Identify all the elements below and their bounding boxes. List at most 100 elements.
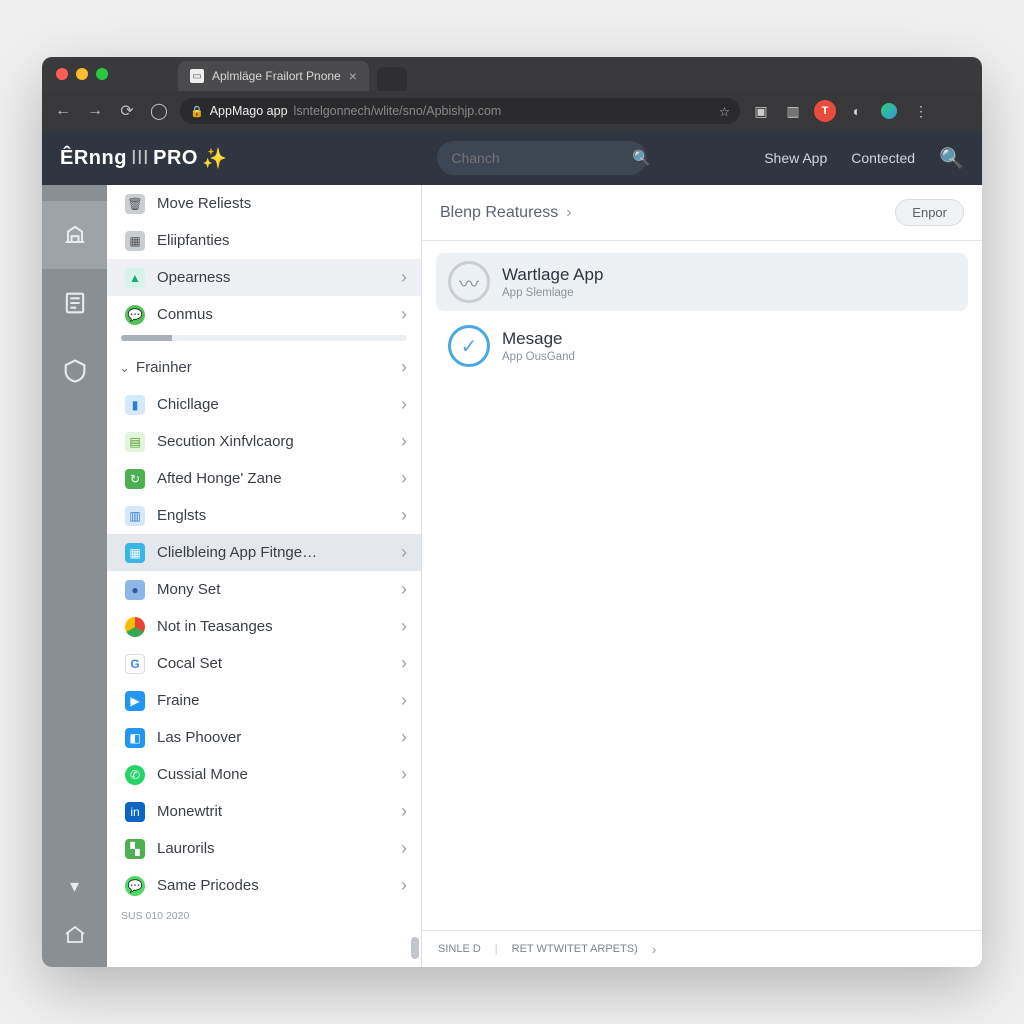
sidebar-item-icon: G [125, 654, 145, 674]
sidebar-item[interactable]: ▦ Clielbleing App Fitnge… › [107, 534, 421, 571]
sidebar-item-icon: ◧ [125, 728, 145, 748]
rail-item-2[interactable] [42, 269, 107, 337]
logo-text-mid: III [131, 147, 149, 170]
breadcrumb[interactable]: Blenp Reaturess › [440, 204, 572, 222]
app-card[interactable]: 〰 Wartlage App App Slemlage [436, 253, 968, 311]
tab-close-icon[interactable]: × [349, 68, 357, 84]
chevron-right-icon: › [401, 838, 407, 859]
new-tab-button[interactable] [377, 67, 407, 91]
sidebar-item-label: Mony Set [157, 581, 389, 598]
sidebar-item[interactable]: ▥ Englsts › [107, 497, 421, 534]
chevron-right-icon: › [401, 267, 407, 288]
header-search[interactable]: 🔍 [437, 141, 647, 175]
rail-item-home[interactable] [42, 915, 107, 955]
sidebar-item-icon: ▤ [125, 432, 145, 452]
sidebar-item-label: Monewtrit [157, 803, 389, 820]
back-icon[interactable]: ← [52, 100, 74, 122]
home-icon[interactable]: ◯ [148, 100, 170, 122]
extension-icon-3[interactable]: ◐ [846, 100, 868, 122]
rail-collapse-icon[interactable]: ▾ [70, 876, 79, 897]
sidebar-item[interactable]: Not in Teasanges › [107, 608, 421, 645]
sidebar-footer-text: SUS 010 2020 [107, 904, 421, 930]
rail-item-3[interactable] [42, 337, 107, 405]
sidebar-item[interactable]: in Monewtrit › [107, 793, 421, 830]
header-link-show[interactable]: Shew App [764, 150, 827, 166]
url-path: lsntelgonnech/wlite/sno/Apbishjp.com [294, 104, 502, 118]
sidebar-item-icon: ▚ [125, 839, 145, 859]
sidebar-item-icon: in [125, 802, 145, 822]
sidebar-item[interactable]: ● Mony Set › [107, 571, 421, 608]
tab-favicon: ▭ [190, 69, 204, 83]
card-icon: ✓ [448, 325, 490, 367]
sidebar-item-label: Afted Honge' Zane [157, 470, 389, 487]
maximize-window-icon[interactable] [96, 68, 108, 80]
address-bar: ← → ⟳ ◯ 🔒 AppMago app lsntelgonnech/wlit… [42, 91, 982, 131]
sidebar-item[interactable]: ↻ Afted Honge' Zane › [107, 460, 421, 497]
extension-icon-1[interactable]: ▣ [750, 100, 772, 122]
logo-sparkle-icon: ✨ [202, 146, 227, 171]
section-caret-icon: ⌄ [119, 360, 130, 376]
search-icon[interactable]: 🔍 [632, 149, 651, 167]
sidebar-item-label: Fraine [157, 692, 389, 709]
sidebar-item[interactable]: ◧ Las Phoover › [107, 719, 421, 756]
sidebar-item[interactable]: ▚ Laurorils › [107, 830, 421, 867]
footer-right[interactable]: RET WTWITET ARPETS) [512, 943, 638, 955]
sidebar-item-icon: ▶ [125, 691, 145, 711]
sidebar-item[interactable]: ▲ Opearness › [107, 259, 421, 296]
header-search-icon[interactable]: 🔍 [939, 146, 964, 171]
chevron-right-icon: › [401, 357, 407, 378]
sidebar-item[interactable]: 🗑 Move Reliests [107, 185, 421, 222]
sidebar-item-icon: ● [125, 580, 145, 600]
chevron-right-icon: › [401, 616, 407, 637]
minimize-window-icon[interactable] [76, 68, 88, 80]
sidebar-item[interactable]: ✆ Cussial Mone › [107, 756, 421, 793]
sidebar-item[interactable]: ▶ Fraine › [107, 682, 421, 719]
sidebar-item-label: Cussial Mone [157, 766, 389, 783]
sidebar-section-header[interactable]: ⌄ Frainher › [107, 347, 421, 386]
extension-icon-2[interactable]: ▥ [782, 100, 804, 122]
browser-tab[interactable]: ▭ Aplmläge Frailort Pnone × [178, 61, 369, 91]
card-subtitle: App Slemlage [502, 287, 603, 299]
sidebar-item-icon [125, 617, 145, 637]
sidebar-item[interactable]: G Cocal Set › [107, 645, 421, 682]
header-link-contacted[interactable]: Contected [851, 150, 915, 166]
sidebar-item-label: Opearness [157, 269, 389, 286]
chevron-right-icon: › [401, 431, 407, 452]
sidebar-item-icon: ▮ [125, 395, 145, 415]
chevron-right-icon: › [401, 505, 407, 526]
logo-text-end: PRO [153, 147, 198, 170]
url-host: AppMago app [210, 104, 288, 118]
sidebar-item[interactable]: ▦ Eliipfanties [107, 222, 421, 259]
sidebar-item-icon: ▥ [125, 506, 145, 526]
sidebar-item-label: Secution Xinfvlcaorg [157, 433, 389, 450]
sidebar-item[interactable]: ▮ Chicllage › [107, 386, 421, 423]
extension-icon-badge[interactable] [878, 100, 900, 122]
search-input[interactable] [451, 150, 632, 166]
extension-icon-red[interactable]: T [814, 100, 836, 122]
sidebar: 🗑 Move Reliests ▦ Eliipfanties ▲ Opearne… [107, 185, 422, 967]
reload-icon[interactable]: ⟳ [116, 100, 138, 122]
sidebar-item-label: Chicllage [157, 396, 389, 413]
bookmark-star-icon[interactable]: ☆ [719, 104, 730, 119]
chevron-right-icon: › [401, 653, 407, 674]
card-subtitle: App OusGand [502, 351, 575, 363]
menu-dots-icon[interactable]: ⋮ [910, 100, 932, 122]
sidebar-item[interactable]: 💬 Conmus › [107, 296, 421, 333]
export-button[interactable]: Enpor [895, 199, 964, 226]
sidebar-item-icon: 💬 [125, 876, 145, 896]
close-window-icon[interactable] [56, 68, 68, 80]
sidebar-item[interactable]: ▤ Secution Xinfvlcaorg › [107, 423, 421, 460]
url-field[interactable]: 🔒 AppMago app lsntelgonnech/wlite/sno/Ap… [180, 98, 740, 124]
sidebar-progress [121, 335, 407, 341]
scrollbar-thumb[interactable] [411, 937, 419, 959]
sidebar-item-icon: ▦ [125, 231, 145, 251]
sidebar-item-label: Same Pricodes [157, 877, 389, 894]
section-label: Frainher [136, 359, 192, 376]
nav-rail: ▾ [42, 185, 107, 967]
forward-icon[interactable]: → [84, 100, 106, 122]
card-title: Wartlage App [502, 265, 603, 285]
rail-item-1[interactable] [42, 201, 107, 269]
sidebar-item[interactable]: 💬 Same Pricodes › [107, 867, 421, 904]
chevron-right-icon: › [401, 727, 407, 748]
app-card[interactable]: ✓ Mesage App OusGand [436, 317, 968, 375]
